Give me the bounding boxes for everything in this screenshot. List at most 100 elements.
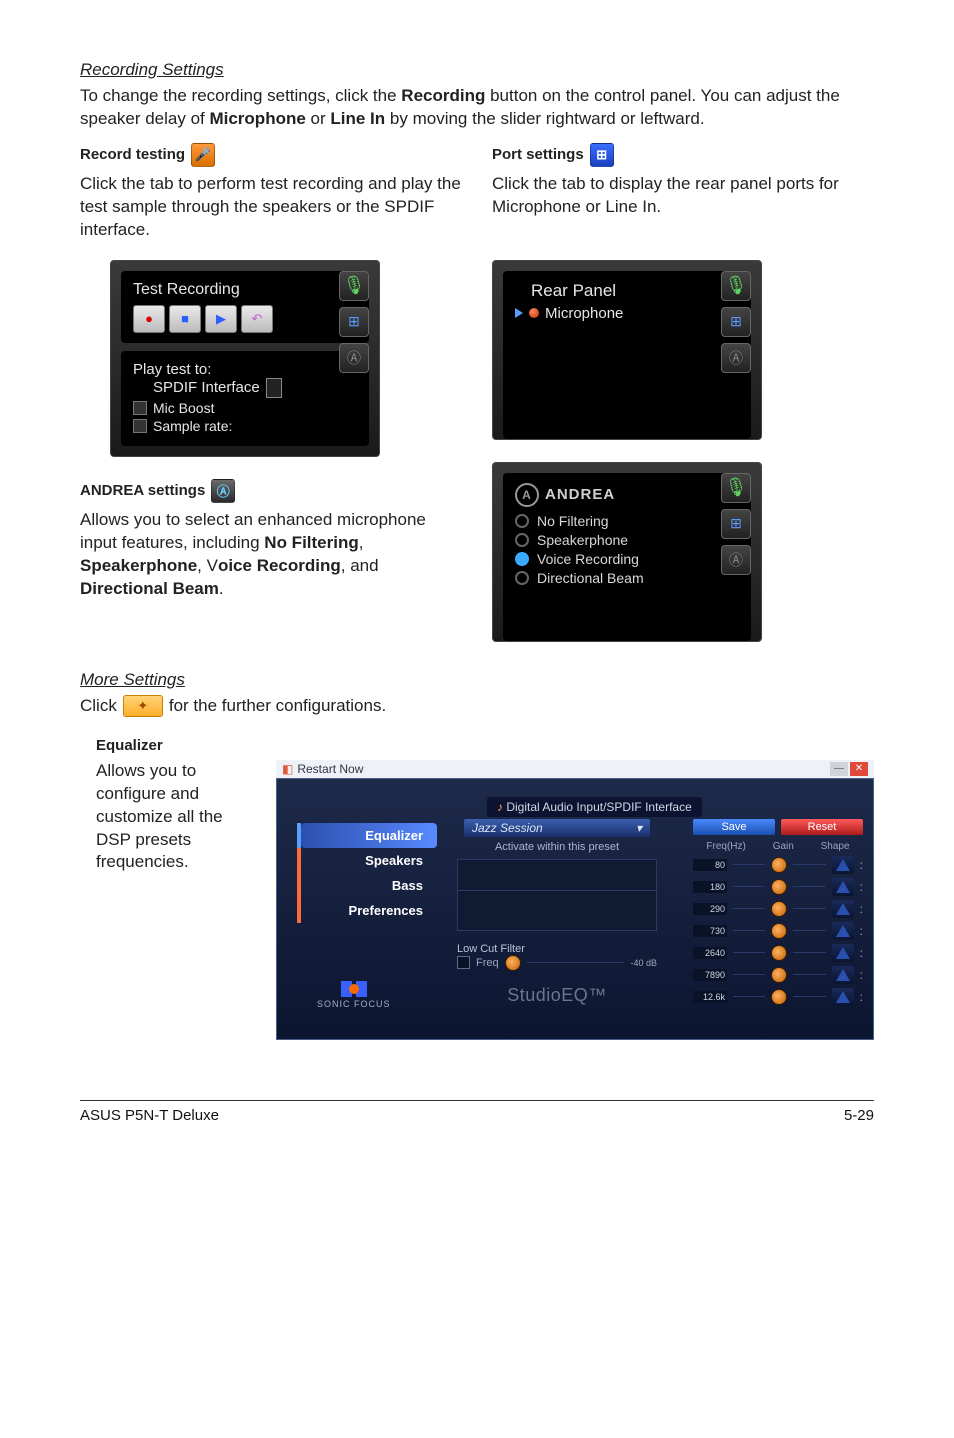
eq-band-row: 2640: bbox=[693, 944, 863, 962]
eq-band-row: 7890: bbox=[693, 966, 863, 984]
port-settings-desc: Click the tab to display the rear panel … bbox=[492, 173, 874, 219]
side-grid-button-3[interactable]: ⊞ bbox=[721, 509, 751, 539]
play-target: SPDIF Interface bbox=[153, 379, 260, 396]
eq-gain-knob[interactable] bbox=[771, 923, 787, 939]
eq-shape-button[interactable] bbox=[832, 944, 854, 962]
close-button[interactable]: ✕ bbox=[850, 762, 868, 776]
equalizer-panel: ♪ Digital Audio Input/SPDIF Interface Eq… bbox=[276, 778, 874, 1040]
tab-equalizer[interactable]: Equalizer bbox=[301, 823, 437, 848]
eq-gain-knob[interactable] bbox=[771, 989, 787, 1005]
andrea-logo-icon: A bbox=[515, 483, 539, 507]
eq-gain-knob[interactable] bbox=[771, 967, 787, 983]
stop-button[interactable]: ■ bbox=[169, 305, 201, 333]
side-mic-button-2[interactable]: 🎙 bbox=[721, 271, 751, 301]
preset-dropdown[interactable]: Jazz Session▾ bbox=[464, 819, 650, 837]
intro-txt3: by moving the slider rightward or leftwa… bbox=[390, 109, 705, 128]
tab-speakers[interactable]: Speakers bbox=[301, 848, 437, 873]
record-testing-label: Record testing bbox=[80, 146, 185, 163]
port-settings-label: Port settings bbox=[492, 146, 584, 163]
undo-button[interactable]: ↶ bbox=[241, 305, 273, 333]
eq-more-icon[interactable]: : bbox=[860, 928, 863, 934]
minimize-button[interactable]: — bbox=[830, 762, 848, 776]
opt-speaker: Speakerphone bbox=[537, 532, 628, 548]
eq-more-icon[interactable]: : bbox=[860, 862, 863, 868]
sample-rate-check[interactable] bbox=[133, 419, 147, 433]
tab-preferences[interactable]: Preferences bbox=[301, 898, 437, 923]
head-gain: Gain bbox=[773, 841, 794, 852]
lowcut-label: Low Cut Filter bbox=[457, 943, 657, 955]
eq-shape-button[interactable] bbox=[832, 878, 854, 896]
mic-boost-check[interactable] bbox=[133, 401, 147, 415]
andrea-icon[interactable]: Ⓐ bbox=[211, 479, 235, 503]
andrea-panel: 🎙 ⊞ Ⓐ AANDREA No Filtering Speakerphone … bbox=[492, 462, 762, 642]
eq-shape-button[interactable] bbox=[832, 900, 854, 918]
eq-save-button[interactable]: Save bbox=[693, 819, 775, 835]
studioeq-logo: StudioEQ™ bbox=[457, 985, 657, 1006]
mic-boost-label: Mic Boost bbox=[153, 400, 214, 416]
target-spinner[interactable] bbox=[266, 378, 282, 398]
eq-band-row: 12.6k: bbox=[693, 988, 863, 1006]
lcf-checkbox[interactable] bbox=[457, 956, 470, 969]
record-testing-desc: Click the tab to perform test recording … bbox=[80, 173, 462, 242]
andrea-logo-text: ANDREA bbox=[545, 486, 615, 503]
mic-port-icon bbox=[529, 308, 539, 318]
side-andrea-button[interactable]: Ⓐ bbox=[339, 343, 369, 373]
intro-or: or bbox=[311, 109, 331, 128]
side-andrea-button-3[interactable]: Ⓐ bbox=[721, 545, 751, 575]
side-grid-button[interactable]: ⊞ bbox=[339, 307, 369, 337]
eq-waveform bbox=[457, 859, 657, 931]
andrea-settings-label: ANDREA settings bbox=[80, 482, 205, 499]
eq-window-titlebar: ◧Restart Now — ✕ bbox=[276, 760, 874, 778]
grid-icon[interactable]: ⊞ bbox=[590, 143, 614, 167]
eq-more-icon[interactable]: : bbox=[860, 994, 863, 1000]
radio-nofilter[interactable] bbox=[515, 514, 529, 528]
eq-reset-button[interactable]: Reset bbox=[781, 819, 863, 835]
expand-icon[interactable] bbox=[515, 308, 523, 318]
eq-hz-value: 2640 bbox=[693, 947, 727, 959]
test-recording-panel: 🎙 ⊞ Ⓐ Test Recording ● ■ ▶ ↶ Play test t… bbox=[110, 260, 380, 457]
eq-gain-knob[interactable] bbox=[771, 879, 787, 895]
side-mic-button[interactable]: 🎙 bbox=[339, 271, 369, 301]
eq-shape-button[interactable] bbox=[832, 922, 854, 940]
opt-voice: Voice Recording bbox=[537, 551, 639, 567]
sample-rate-label: Sample rate: bbox=[153, 418, 232, 434]
equalizer-heading: Equalizer bbox=[96, 737, 163, 754]
opt-beam: Directional Beam bbox=[537, 570, 644, 586]
eq-more-icon[interactable]: : bbox=[860, 884, 863, 890]
eq-top-title: ♪ Digital Audio Input/SPDIF Interface bbox=[487, 797, 702, 817]
recording-settings-heading: Recording Settings bbox=[80, 60, 874, 80]
more-post: for the further configurations. bbox=[169, 696, 386, 716]
eq-more-icon[interactable]: : bbox=[860, 950, 863, 956]
radio-speaker[interactable] bbox=[515, 533, 529, 547]
opt-nofilter: No Filtering bbox=[537, 513, 609, 529]
eq-band-row: 180: bbox=[693, 878, 863, 896]
more-settings-button[interactable]: ✦ bbox=[123, 695, 163, 717]
recording-intro: To change the recording settings, click … bbox=[80, 85, 874, 131]
eq-shape-button[interactable] bbox=[832, 966, 854, 984]
record-button[interactable]: ● bbox=[133, 305, 165, 333]
eq-hz-value: 180 bbox=[693, 881, 727, 893]
eq-shape-button[interactable] bbox=[832, 988, 854, 1006]
eq-gain-knob[interactable] bbox=[771, 901, 787, 917]
eq-gain-knob[interactable] bbox=[771, 945, 787, 961]
mic-icon[interactable]: 🎤 bbox=[191, 143, 215, 167]
radio-voice[interactable] bbox=[515, 552, 529, 566]
lcf-freq-label: Freq bbox=[476, 957, 499, 969]
eq-window-title: Restart Now bbox=[297, 762, 363, 776]
intro-linein-bold: Line In bbox=[330, 109, 385, 128]
lcf-knob[interactable] bbox=[505, 955, 521, 971]
tab-bass[interactable]: Bass bbox=[301, 873, 437, 898]
side-andrea-button-2[interactable]: Ⓐ bbox=[721, 343, 751, 373]
eq-hz-value: 730 bbox=[693, 925, 727, 937]
eq-more-icon[interactable]: : bbox=[860, 906, 863, 912]
eq-more-icon[interactable]: : bbox=[860, 972, 863, 978]
side-mic-button-3[interactable]: 🎙 bbox=[721, 473, 751, 503]
play-button[interactable]: ▶ bbox=[205, 305, 237, 333]
test-recording-title: Test Recording bbox=[133, 281, 357, 299]
play-test-to-label: Play test to: bbox=[133, 361, 357, 378]
side-grid-button-2[interactable]: ⊞ bbox=[721, 307, 751, 337]
eq-gain-knob[interactable] bbox=[771, 857, 787, 873]
eq-shape-button[interactable] bbox=[832, 856, 854, 874]
radio-beam[interactable] bbox=[515, 571, 529, 585]
eq-hz-value: 290 bbox=[693, 903, 727, 915]
